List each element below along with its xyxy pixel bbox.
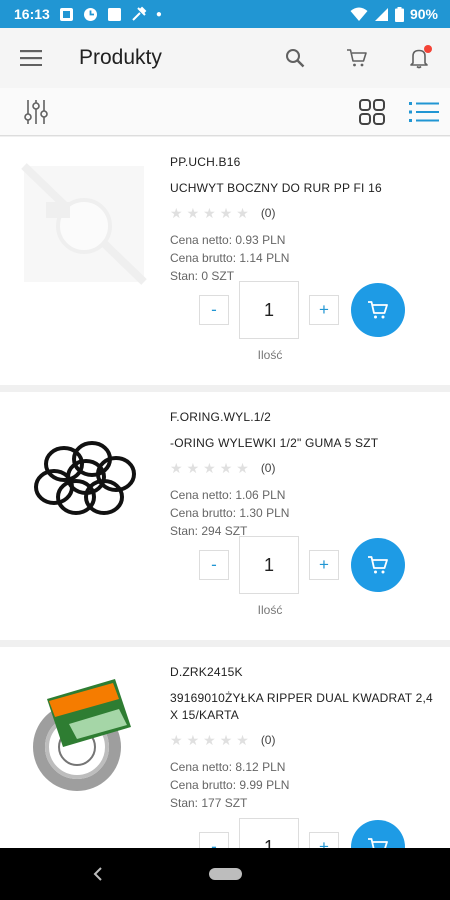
quantity-label: Ilość	[257, 348, 283, 362]
more-notifications-dot: ●	[155, 8, 162, 20]
star-icon: ★	[236, 732, 249, 748]
star-icon: ★	[186, 460, 200, 476]
star-icon: ★	[203, 205, 216, 221]
net-price: Cena netto: 8.12 PLN	[170, 760, 286, 774]
notifications-button[interactable]	[388, 28, 450, 88]
product-list[interactable]: PP.UCH.B16 UCHWYT BOCZNY DO RUR PP FI 16…	[0, 137, 450, 848]
rating-count: (0)	[260, 733, 276, 747]
product-card[interactable]: D.ZRK2415K 39169010ŻYŁKA RIPPER DUAL KWA…	[0, 647, 450, 848]
add-to-cart-button[interactable]	[351, 538, 405, 592]
quantity-label: Ilość	[257, 603, 283, 617]
product-card[interactable]: F.ORING.WYL.1/2 -ORING WYLEWKI 1/2" GUMA…	[0, 392, 450, 640]
image-placeholder-icon	[21, 163, 147, 285]
rating-count: (0)	[260, 461, 276, 475]
star-icon: ★	[170, 460, 183, 476]
product-code: F.ORING.WYL.1/2	[170, 410, 272, 424]
quantity-input[interactable]: 1	[239, 281, 299, 339]
add-to-cart-button[interactable]	[351, 820, 405, 848]
increase-quantity-button[interactable]: +	[309, 295, 339, 325]
decrease-quantity-button[interactable]: -	[199, 295, 229, 325]
menu-button[interactable]	[0, 28, 62, 88]
battery-icon	[394, 6, 404, 22]
grid-view-button[interactable]	[346, 88, 398, 136]
star-icon: ★	[203, 732, 216, 748]
increase-quantity-button[interactable]: +	[309, 550, 339, 580]
list-view-icon	[409, 101, 439, 122]
gross-price: Cena brutto: 1.30 PLN	[170, 506, 290, 520]
net-price: Cena netto: 0.93 PLN	[170, 233, 286, 247]
cart-icon	[347, 49, 367, 67]
rating-stars: ★ ★ ★ ★ ★	[170, 206, 249, 220]
star-icon: ★	[186, 732, 200, 748]
decrease-quantity-button[interactable]: -	[199, 832, 229, 848]
star-icon: ★	[219, 732, 233, 748]
quantity-input[interactable]: 1	[239, 536, 299, 594]
back-button[interactable]	[86, 860, 110, 888]
list-toolbar	[0, 88, 450, 136]
app-bar: Produkty	[0, 28, 450, 88]
star-icon: ★	[170, 732, 183, 748]
gross-price: Cena brutto: 1.14 PLN	[170, 251, 290, 265]
status-bar: 16:13 ● 90%	[0, 0, 450, 28]
star-icon: ★	[219, 205, 233, 221]
product-rating: ★ ★ ★ ★ ★ (0)	[170, 460, 440, 476]
list-view-button[interactable]	[398, 88, 450, 136]
cart-icon	[368, 301, 388, 319]
rating-stars: ★ ★ ★ ★ ★	[170, 733, 249, 747]
cart-button[interactable]	[326, 28, 388, 88]
star-icon: ★	[236, 460, 249, 476]
quantity-row: - 1 +	[199, 818, 409, 848]
sync-icon	[83, 7, 97, 21]
star-icon: ★	[186, 205, 200, 221]
product-image[interactable]	[14, 659, 154, 809]
quantity-input[interactable]: 1	[239, 818, 299, 848]
trimmer-line-image	[33, 679, 131, 791]
notification-dot	[424, 45, 432, 53]
product-image[interactable]	[14, 404, 154, 554]
product-rating: ★ ★ ★ ★ ★ (0)	[170, 732, 440, 748]
back-chevron-icon	[93, 867, 102, 881]
product-code: PP.UCH.B16	[170, 155, 241, 169]
rating-count: (0)	[260, 206, 276, 220]
star-icon: ★	[236, 205, 249, 221]
battery-percent: 90%	[409, 6, 438, 22]
decrease-quantity-button[interactable]: -	[199, 550, 229, 580]
product-name[interactable]: -ORING WYLEWKI 1/2" GUMA 5 SZT	[170, 435, 440, 452]
cart-icon	[368, 838, 388, 848]
star-icon: ★	[170, 205, 183, 221]
quantity-row: - 1 +	[199, 536, 409, 594]
filter-sliders-icon	[24, 99, 48, 124]
page-title: Produkty	[79, 46, 162, 69]
rating-stars: ★ ★ ★ ★ ★	[170, 461, 249, 475]
net-price: Cena netto: 1.06 PLN	[170, 488, 286, 502]
cart-icon	[368, 556, 388, 574]
menu-icon	[20, 50, 42, 66]
gross-price: Cena brutto: 9.99 PLN	[170, 778, 290, 792]
product-code: D.ZRK2415K	[170, 665, 243, 679]
product-card[interactable]: PP.UCH.B16 UCHWYT BOCZNY DO RUR PP FI 16…	[0, 137, 450, 385]
star-icon: ★	[219, 460, 233, 476]
signal-icon	[374, 7, 388, 21]
product-name[interactable]: UCHWYT BOCZNY DO RUR PP FI 16	[170, 180, 440, 197]
grid-view-icon	[359, 98, 385, 125]
filter-button[interactable]	[0, 88, 72, 136]
notification-app-icon	[59, 7, 73, 21]
wifi-icon	[350, 7, 368, 21]
status-time: 16:13	[14, 6, 50, 22]
increase-quantity-button[interactable]: +	[309, 832, 339, 848]
product-image-placeholder[interactable]	[14, 149, 154, 299]
system-navigation-bar	[0, 848, 450, 900]
add-to-cart-button[interactable]	[351, 283, 405, 337]
o-ring-image	[34, 441, 136, 515]
stock-level: Stan: 177 SZT	[170, 796, 248, 810]
product-rating: ★ ★ ★ ★ ★ (0)	[170, 205, 440, 221]
search-button[interactable]	[264, 28, 326, 88]
search-icon	[286, 49, 305, 68]
home-pill-button[interactable]	[209, 868, 242, 880]
square-icon	[107, 7, 121, 21]
tools-icon	[132, 6, 147, 21]
quantity-row: - 1 +	[199, 281, 409, 339]
star-icon: ★	[203, 460, 216, 476]
product-name[interactable]: 39169010ŻYŁKA RIPPER DUAL KWADRAT 2,4 X …	[170, 690, 440, 724]
